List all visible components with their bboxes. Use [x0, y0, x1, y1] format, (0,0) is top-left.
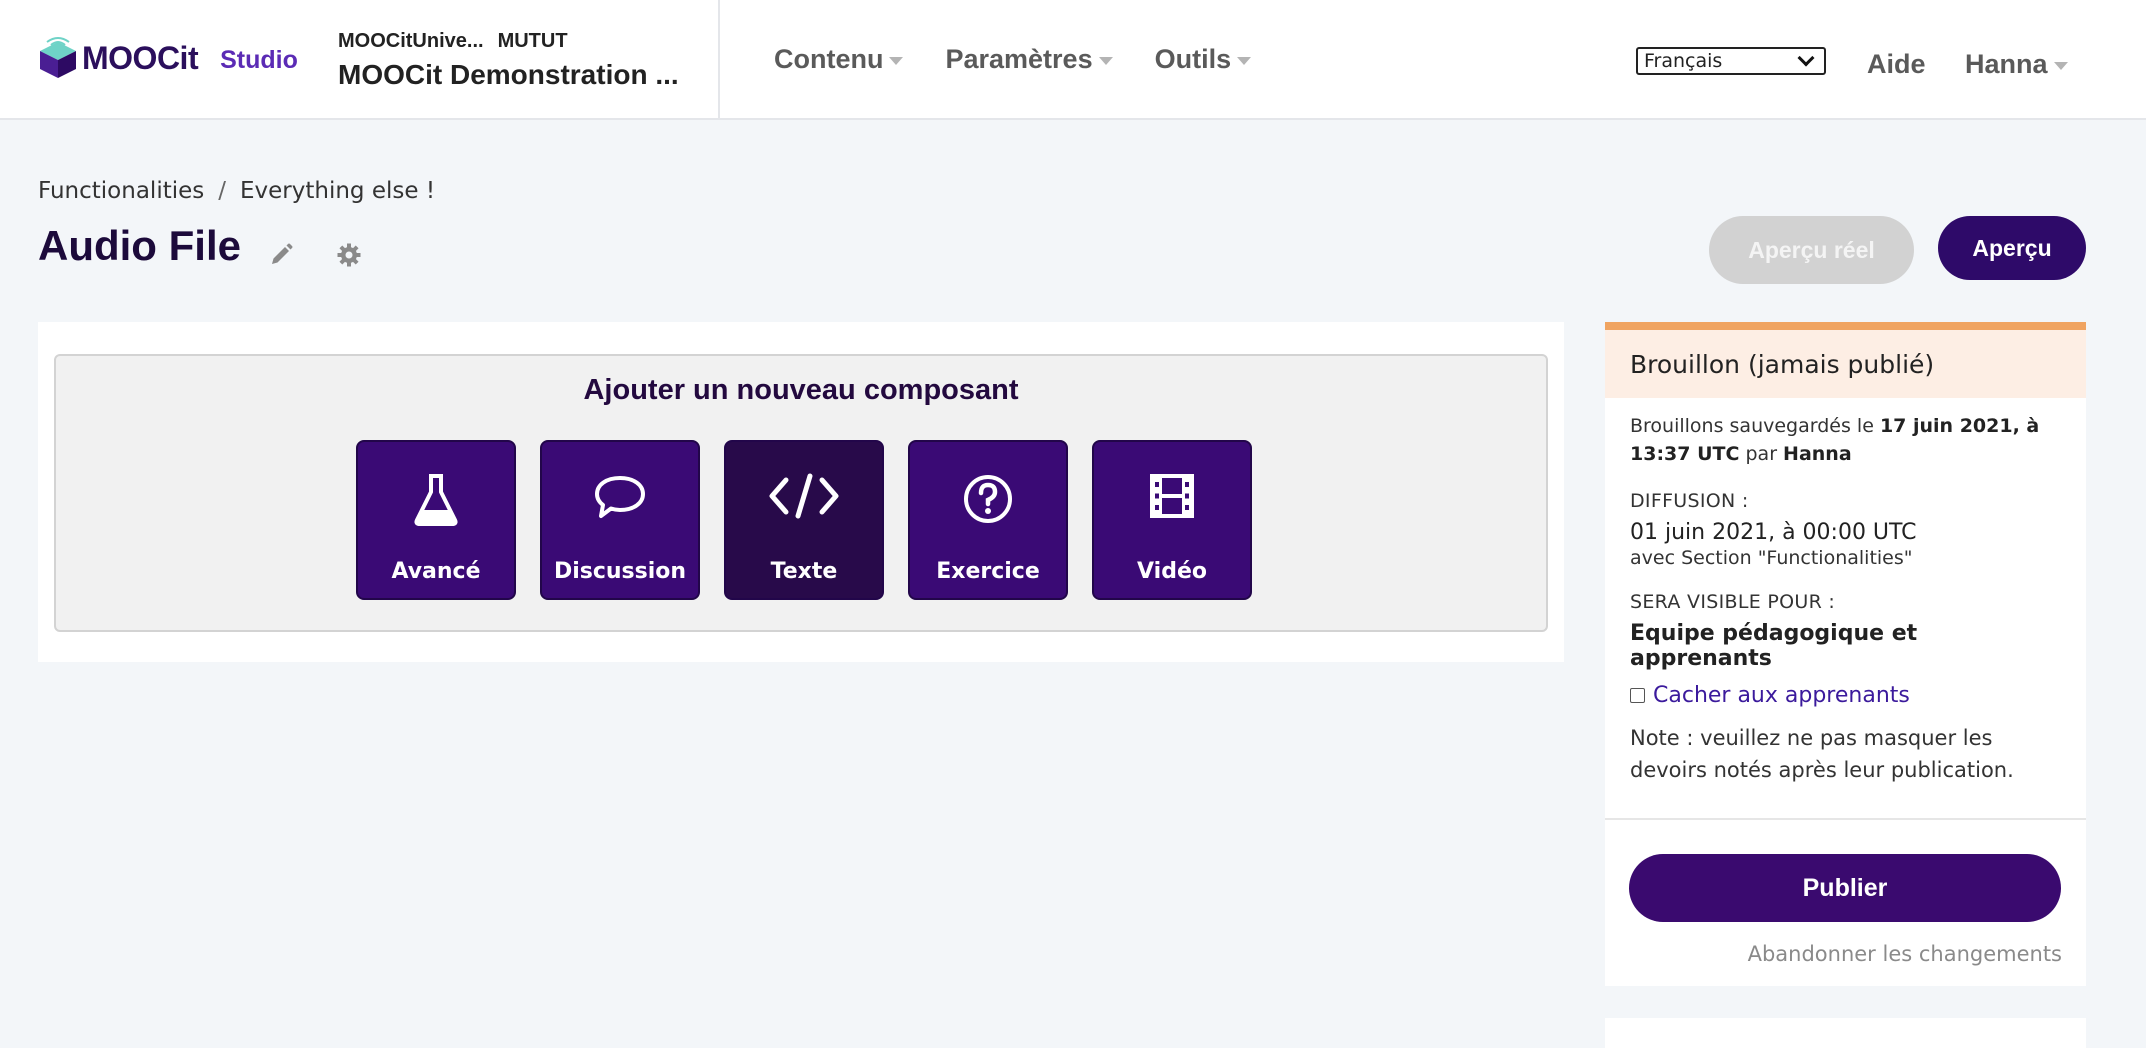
graded-note: Note : veuillez ne pas masquer les devoi…	[1630, 726, 2014, 782]
nav-content-label: Contenu	[774, 44, 884, 74]
caret-down-icon	[1237, 56, 1252, 65]
visible-label: SERA VISIBLE POUR :	[1630, 591, 1836, 613]
next-sidebar-panel	[1605, 1018, 2086, 1048]
page-title: Audio File	[38, 222, 241, 269]
saved-by: Hanna	[1783, 443, 1852, 465]
hide-from-learners-label[interactable]: Cacher aux apprenants	[1653, 683, 1910, 708]
preview-button[interactable]: Aperçu	[1938, 216, 2086, 280]
hide-from-learners-checkbox[interactable]	[1630, 688, 1645, 703]
panel-divider	[1605, 818, 2086, 820]
add-discussion-label: Discussion	[553, 559, 687, 584]
language-select[interactable]: Français	[1636, 47, 1826, 75]
language-selected: Français	[1644, 50, 1723, 72]
gear-icon[interactable]	[336, 242, 362, 268]
status-heading: Brouillon (jamais publié)	[1605, 330, 2086, 398]
pencil-icon[interactable]	[268, 242, 294, 268]
release-label: DIFFUSION :	[1630, 490, 1749, 512]
nav-content[interactable]: Contenu	[774, 44, 904, 75]
visible-value: Equipe pédagogique et apprenants	[1630, 621, 1918, 671]
user-name: Hanna	[1965, 49, 2048, 79]
course-org-line: MOOCitUnive... MUTUT	[338, 30, 679, 53]
course-org: MOOCitUnive...	[338, 30, 484, 52]
help-link[interactable]: Aide	[1867, 49, 1926, 80]
course-number: MUTUT	[497, 30, 568, 52]
nav-settings-label: Paramètres	[945, 44, 1093, 74]
course-title: MOOCit Demonstration ...	[338, 59, 679, 90]
speech-bubble-icon	[595, 476, 645, 518]
caret-down-icon	[1098, 56, 1113, 65]
course-info[interactable]: MOOCitUnive... MUTUT MOOCit Demonstration…	[338, 30, 679, 91]
publish-button[interactable]: Publier	[1629, 854, 2061, 922]
code-icon	[769, 473, 839, 519]
caret-down-icon	[889, 56, 904, 65]
unit-content-panel: Ajouter un nouveau composant Avancé Disc…	[38, 322, 1564, 662]
add-advanced-label: Avancé	[391, 559, 481, 584]
question-circle-icon	[964, 475, 1012, 523]
add-advanced-button[interactable]: Avancé	[356, 440, 516, 600]
add-problem-label: Exercice	[936, 559, 1040, 584]
add-discussion-button[interactable]: Discussion	[540, 440, 700, 600]
caret-down-icon	[2053, 61, 2068, 70]
add-problem-button[interactable]: Exercice	[908, 440, 1068, 600]
breadcrumb: Functionalities / Everything else !	[38, 178, 435, 204]
nav-settings[interactable]: Paramètres	[945, 44, 1113, 75]
live-preview-button[interactable]: Aperçu réel	[1709, 216, 1914, 284]
breadcrumb-subsection[interactable]: Everything else !	[240, 178, 435, 204]
status-body: Brouillons sauvegardés le 17 juin 2021, …	[1605, 398, 2086, 786]
header-divider	[718, 0, 720, 120]
release-date: 01 juin 2021, à 00:00 UTC	[1630, 520, 1917, 545]
hide-from-learners-row[interactable]: Cacher aux apprenants	[1630, 683, 2061, 708]
moocit-logo[interactable]: MOOCit Studio	[38, 36, 298, 80]
draft-saved-info: Brouillons sauvegardés le 17 juin 2021, …	[1630, 412, 2061, 468]
flask-icon	[414, 474, 458, 526]
release-with: avec Section "Functionalities"	[1630, 547, 1913, 569]
top-header: MOOCit Studio MOOCitUnive... MUTUT MOOCit…	[0, 0, 2146, 120]
nav-tools[interactable]: Outils	[1155, 44, 1252, 75]
nav-tools-label: Outils	[1154, 44, 1232, 74]
add-video-button[interactable]: Vidéo	[1092, 440, 1252, 600]
add-video-label: Vidéo	[1137, 559, 1207, 584]
add-component-box: Ajouter un nouveau composant Avancé Disc…	[54, 354, 1548, 632]
logo-text: MOOCit	[82, 39, 199, 76]
saved-prefix: Brouillons sauvegardés le	[1630, 415, 1874, 437]
studio-label: Studio	[220, 45, 298, 74]
saved-by-prefix: par	[1745, 443, 1777, 465]
discard-changes-link[interactable]: Abandonner les changements	[1748, 942, 2062, 966]
publish-status-panel: Brouillon (jamais publié) Brouillons sau…	[1605, 322, 2086, 986]
breadcrumb-separator: /	[218, 178, 226, 204]
film-icon	[1150, 474, 1194, 518]
add-text-button[interactable]: Texte	[724, 440, 884, 600]
chevron-down-icon	[1797, 49, 1815, 67]
logo-cube-icon	[40, 37, 76, 78]
add-text-label: Texte	[770, 559, 838, 584]
breadcrumb-section[interactable]: Functionalities	[38, 178, 204, 204]
add-component-title: Ajouter un nouveau composant	[583, 374, 1019, 406]
user-menu[interactable]: Hanna	[1965, 49, 2068, 80]
main-nav: Contenu Paramètres Outils	[774, 44, 1293, 75]
